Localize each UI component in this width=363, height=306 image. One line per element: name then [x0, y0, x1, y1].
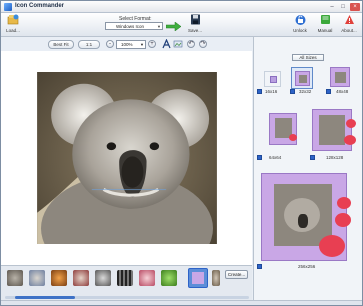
size-thumb-48[interactable]	[328, 65, 354, 89]
create-button[interactable]: Create...	[225, 270, 248, 279]
picture-tool-icon[interactable]	[173, 39, 183, 49]
close-icon[interactable]: ×	[350, 3, 360, 11]
checkbox-48[interactable]	[326, 89, 331, 94]
best-fit-button[interactable]: Best Fit	[48, 40, 74, 49]
filmstrip-scrollbar[interactable]	[5, 296, 249, 299]
icon-preview-32	[295, 71, 310, 86]
chevron-down-icon: ▼	[140, 42, 144, 47]
arrow-right-icon	[166, 22, 181, 31]
toolbar: Load... Select Format: Windows Icon ▼ Sa…	[1, 13, 362, 37]
size-label-128: 128x128	[326, 155, 344, 160]
unlock-button[interactable]: Unlock	[290, 14, 310, 33]
about-button[interactable]: About...	[338, 14, 360, 33]
icon-preview-48	[330, 67, 350, 87]
heart-icon	[289, 134, 297, 141]
film-item-partial[interactable]	[212, 270, 220, 286]
heart-icon	[346, 119, 356, 128]
actual-size-button[interactable]: 1:1	[78, 40, 100, 49]
film-item-gift[interactable]	[139, 270, 155, 286]
size-thumb-128[interactable]	[310, 105, 360, 155]
manual-label: Manual	[317, 28, 333, 33]
load-button[interactable]: Load...	[4, 14, 22, 33]
film-item-film[interactable]	[117, 270, 133, 286]
size-thumb-16[interactable]	[264, 71, 281, 87]
size-thumb-64[interactable]	[267, 105, 300, 154]
size-label-64: 64x64	[269, 155, 282, 160]
minimize-icon[interactable]: –	[327, 3, 337, 11]
rotate-left-button[interactable]: ↶	[187, 40, 195, 48]
image-canvas[interactable]	[1, 51, 252, 265]
film-item-dog2[interactable]	[95, 270, 111, 286]
size-thumb-256[interactable]	[257, 171, 361, 264]
scrollbar-thumb[interactable]	[15, 296, 75, 299]
size-label-256: 256x256	[298, 264, 316, 269]
unlock-icon	[295, 15, 305, 25]
film-item-bird[interactable]	[51, 270, 67, 286]
film-item-frame[interactable]	[188, 268, 208, 288]
heart-icon	[337, 197, 351, 209]
checkbox-32[interactable]	[290, 89, 295, 94]
floppy-disk-icon	[190, 14, 200, 25]
heart-icon	[344, 135, 356, 145]
title-bar: Icon Commander – □ ×	[1, 1, 362, 13]
icon-preview-16	[270, 76, 277, 83]
format-value: Windows Icon	[116, 24, 145, 29]
manual-book-icon	[320, 15, 330, 24]
checkbox-128[interactable]	[310, 155, 315, 160]
icon-preview-128	[312, 109, 352, 151]
film-item-frog[interactable]	[161, 270, 177, 286]
checkbox-64[interactable]	[257, 155, 262, 160]
zoom-bar: Best Fit 1:1 - 100% ▼ + ↶ ↷	[1, 37, 251, 51]
folder-open-icon	[7, 14, 18, 25]
size-thumb-32[interactable]	[291, 67, 313, 89]
status-bar	[1, 300, 362, 305]
format-select[interactable]: Windows Icon ▼	[105, 22, 163, 30]
film-item-koala[interactable]	[7, 270, 23, 286]
all-sizes-button[interactable]: All Sizes	[292, 54, 324, 61]
size-label-16: 16x16	[265, 89, 278, 94]
zoom-value: 100%	[121, 42, 133, 47]
load-label: Load...	[6, 28, 20, 33]
size-label-32: 32x32	[299, 89, 312, 94]
about-label: About...	[341, 28, 357, 33]
info-icon	[344, 15, 354, 24]
rotate-left-icon: ↶	[188, 41, 194, 47]
app-window: Icon Commander – □ × Load... Select Form…	[0, 0, 363, 306]
film-item-dog[interactable]	[73, 270, 89, 286]
save-label: Save...	[187, 28, 202, 33]
checkbox-16[interactable]	[257, 89, 262, 94]
koala-photo	[37, 72, 217, 244]
sizes-panel: All Sizes 16x16 32x32 48x48 64x64 128x12…	[253, 37, 362, 300]
chevron-down-icon: ▼	[157, 24, 161, 29]
unlock-label: Unlock	[293, 28, 307, 33]
filmstrip: Create...	[1, 265, 252, 300]
checkbox-256[interactable]	[257, 264, 262, 269]
maximize-icon[interactable]: □	[338, 3, 348, 11]
heart-icon	[319, 235, 345, 257]
icon-preview-64	[269, 113, 297, 145]
text-tool-icon[interactable]	[162, 39, 171, 49]
manual-button[interactable]: Manual	[314, 14, 336, 33]
zoom-in-button[interactable]: +	[148, 40, 156, 48]
film-item-macaw[interactable]	[29, 270, 45, 286]
rotate-right-button[interactable]: ↷	[199, 40, 207, 48]
window-title: Icon Commander	[15, 3, 65, 9]
zoom-out-button[interactable]: -	[106, 40, 114, 48]
heart-icon	[335, 213, 351, 227]
size-label-48: 48x48	[336, 89, 349, 94]
rotate-right-icon: ↷	[200, 41, 206, 47]
app-icon	[4, 3, 12, 11]
save-button[interactable]: Save...	[185, 14, 205, 33]
zoom-select[interactable]: 100% ▼	[116, 40, 146, 49]
